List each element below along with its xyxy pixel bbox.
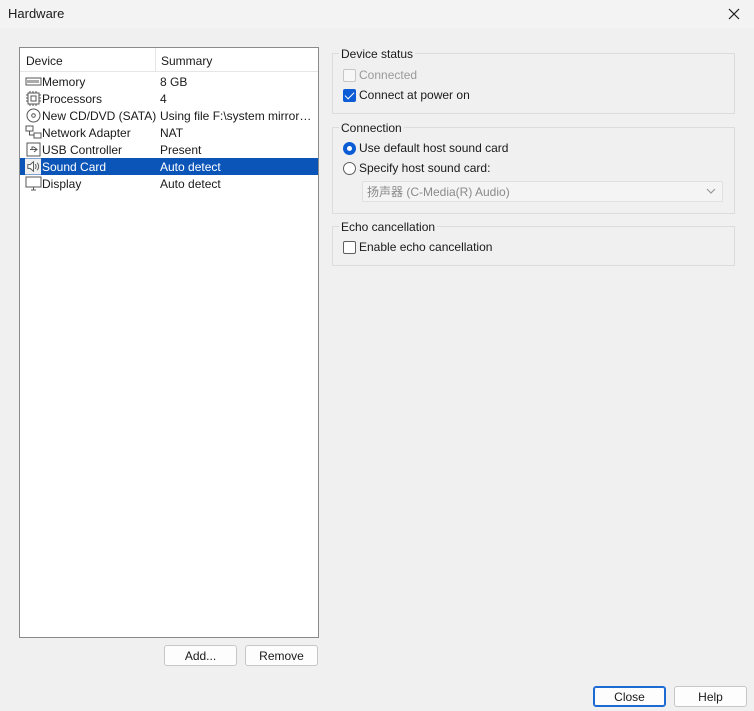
device-list[interactable]: Device Summary Memory 8 GB Processors 4 …: [19, 47, 319, 638]
device-summary: 8 GB: [160, 75, 188, 89]
connect-at-power-on-checkbox-box: [343, 88, 356, 102]
device-row-usb-controller[interactable]: USB Controller Present: [20, 141, 318, 158]
enable-echo-checkbox-box: [343, 240, 356, 254]
device-name: Memory: [42, 75, 86, 89]
sound-card-icon: [25, 158, 41, 175]
device-row-cd-dvd[interactable]: New CD/DVD (SATA) Using file F:\system m…: [20, 107, 318, 124]
use-default-host-label: Use default host sound card: [359, 141, 509, 155]
device-name: Processors: [42, 92, 103, 106]
close-button[interactable]: Close: [593, 686, 666, 707]
chevron-down-icon: [706, 188, 716, 194]
network-adapter-icon: [25, 125, 42, 139]
connected-label: Connected: [359, 68, 418, 82]
device-name: Sound Card: [42, 160, 107, 174]
device-row-processors[interactable]: Processors 4: [20, 90, 318, 107]
add-device-button[interactable]: Add...: [164, 645, 237, 666]
column-header-device[interactable]: Device: [26, 54, 63, 68]
usb-icon: [26, 142, 41, 157]
connected-checkbox-box: [343, 68, 356, 82]
window-title: Hardware: [8, 6, 65, 21]
enable-echo-label: Enable echo cancellation: [359, 240, 493, 254]
column-separator[interactable]: [155, 48, 156, 72]
device-row-sound-card[interactable]: Sound Card Auto detect: [20, 158, 318, 175]
memory-icon: [25, 77, 42, 86]
use-default-host-sound-card-radio[interactable]: Use default host sound card: [343, 140, 508, 156]
device-row-display[interactable]: Display Auto detect: [20, 175, 318, 192]
host-sound-card-select[interactable]: 扬声器 (C-Media(R) Audio): [362, 181, 723, 202]
device-name: Network Adapter: [42, 126, 131, 140]
specify-radio-dot: [343, 161, 356, 175]
device-row-network-adapter[interactable]: Network Adapter NAT: [20, 124, 318, 141]
processor-icon: [26, 91, 41, 106]
help-button[interactable]: Help: [674, 686, 747, 707]
close-window-button[interactable]: [714, 0, 754, 28]
device-row-memory[interactable]: Memory 8 GB: [20, 73, 318, 90]
device-rows: Memory 8 GB Processors 4 New CD/DVD (SAT…: [20, 73, 318, 192]
specify-host-label: Specify host sound card:: [359, 161, 491, 175]
device-status-title: Device status: [339, 47, 416, 61]
device-name: Display: [42, 177, 82, 191]
close-icon: [728, 8, 740, 20]
connect-at-power-on-label: Connect at power on: [359, 88, 470, 102]
device-name: USB Controller: [42, 143, 123, 157]
device-list-header: Device Summary: [20, 48, 318, 72]
column-header-summary[interactable]: Summary: [161, 54, 212, 68]
connect-at-power-on-checkbox[interactable]: Connect at power on: [343, 87, 470, 103]
title-bar: Hardware: [0, 0, 754, 28]
device-summary: Using file F:\system mirrors\li...: [160, 109, 312, 123]
connection-title: Connection: [339, 121, 404, 135]
device-status-group: Device status Connected Connect at power…: [332, 47, 735, 114]
device-summary: NAT: [160, 126, 184, 140]
echo-cancellation-group: Echo cancellation Enable echo cancellati…: [332, 220, 735, 266]
display-icon: [25, 176, 42, 191]
device-name: New CD/DVD (SATA): [42, 109, 157, 123]
enable-echo-cancellation-checkbox[interactable]: Enable echo cancellation: [343, 239, 492, 255]
host-sound-card-value: 扬声器 (C-Media(R) Audio): [367, 185, 510, 199]
device-summary: 4: [160, 92, 167, 106]
device-summary: Auto detect: [160, 177, 221, 191]
echo-cancellation-title: Echo cancellation: [339, 220, 438, 234]
dialog-body: Device Summary Memory 8 GB Processors 4 …: [0, 28, 754, 711]
use-default-radio-dot: [343, 141, 356, 155]
device-summary: Present: [160, 143, 202, 157]
remove-device-button[interactable]: Remove: [245, 645, 318, 666]
connected-checkbox[interactable]: Connected: [343, 67, 417, 83]
specify-host-sound-card-radio[interactable]: Specify host sound card:: [343, 160, 490, 176]
device-summary: Auto detect: [160, 160, 221, 174]
cd-dvd-icon: [26, 108, 41, 123]
